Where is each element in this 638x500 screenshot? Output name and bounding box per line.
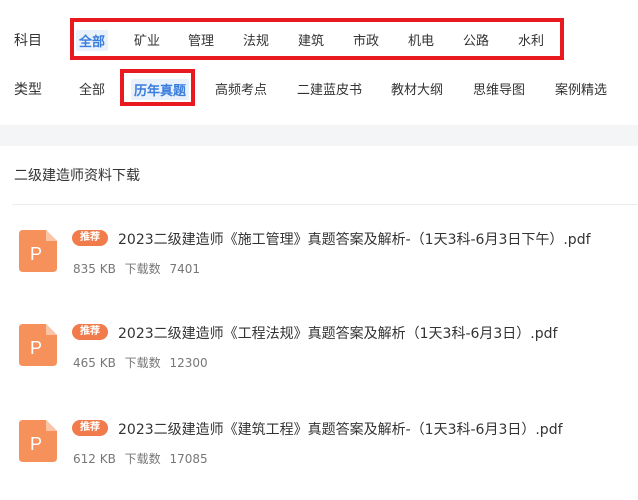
file-title-link[interactable]: 2023二级建造师《施工管理》真题答案及解析-（1天3科-6月3日下午）.pdf bbox=[118, 229, 591, 249]
type-filter-row: 类型 全部 历年真题 高频考点 二建蓝皮书 教材大纲 思维导图 案例精选 bbox=[0, 68, 638, 108]
pdf-file-icon: P bbox=[19, 420, 57, 462]
type-option-case-studies[interactable]: 案例精选 bbox=[555, 79, 607, 98]
download-count-label: 下载数 bbox=[124, 356, 161, 370]
recommended-badge: 推荐 bbox=[72, 324, 108, 340]
download-count: 12300 bbox=[169, 356, 208, 370]
subject-options-highlight-box bbox=[70, 18, 564, 60]
svg-text:P: P bbox=[30, 244, 42, 264]
type-filter-label: 类型 bbox=[14, 82, 42, 98]
file-size: 465 KB bbox=[73, 356, 116, 370]
file-title-link[interactable]: 2023二级建造师《建筑工程》真题答案及解析-（1天3科-6月3日）.pdf bbox=[118, 419, 563, 439]
pdf-file-icon: P bbox=[19, 230, 57, 272]
file-meta: 612 KB 下载数 17085 bbox=[73, 450, 208, 467]
type-option-blue-book[interactable]: 二建蓝皮书 bbox=[297, 79, 362, 98]
divider-line bbox=[12, 204, 638, 205]
file-size: 835 KB bbox=[73, 262, 116, 276]
type-option-highlight-box bbox=[120, 69, 195, 106]
recommended-badge: 推荐 bbox=[72, 420, 108, 436]
section-divider bbox=[0, 125, 638, 146]
file-list-item[interactable]: P 推荐 2023二级建造师《建筑工程》真题答案及解析-（1天3科-6月3日）.… bbox=[0, 420, 638, 500]
download-count: 7401 bbox=[169, 262, 201, 276]
subject-filter-label: 科目 bbox=[14, 33, 42, 49]
type-option-all[interactable]: 全部 bbox=[79, 79, 105, 98]
pdf-file-icon: P bbox=[19, 324, 57, 366]
file-meta: 465 KB 下载数 12300 bbox=[73, 354, 208, 371]
svg-text:P: P bbox=[30, 434, 42, 454]
file-list-item[interactable]: P 推荐 2023二级建造师《施工管理》真题答案及解析-（1天3科-6月3日下午… bbox=[0, 230, 638, 310]
file-meta: 835 KB 下载数 7401 bbox=[73, 260, 200, 277]
type-option-syllabus[interactable]: 教材大纲 bbox=[391, 79, 443, 98]
file-title-link[interactable]: 2023二级建造师《工程法规》真题答案及解析（1天3科-6月3日）.pdf bbox=[118, 323, 557, 343]
type-option-hot-topics[interactable]: 高频考点 bbox=[215, 79, 267, 98]
recommended-badge: 推荐 bbox=[72, 230, 108, 246]
download-count-label: 下载数 bbox=[124, 262, 161, 276]
type-option-mind-map[interactable]: 思维导图 bbox=[473, 79, 525, 98]
section-title: 二级建造师资料下载 bbox=[14, 168, 140, 184]
file-list-item[interactable]: P 推荐 2023二级建造师《工程法规》真题答案及解析（1天3科-6月3日）.p… bbox=[0, 324, 638, 404]
svg-text:P: P bbox=[30, 338, 42, 358]
